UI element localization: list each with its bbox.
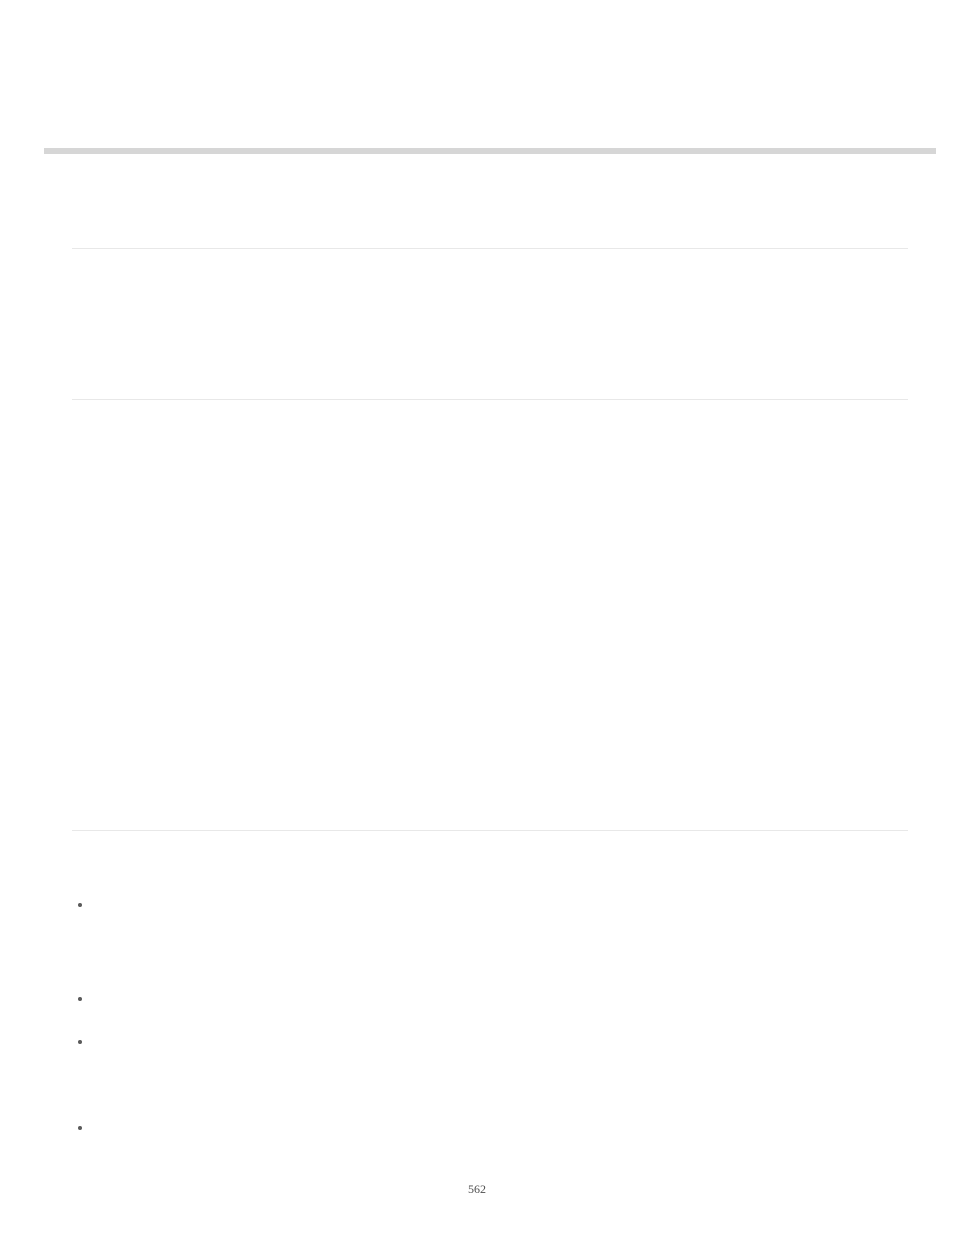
section-divider-thin	[72, 399, 908, 400]
bullet-icon	[78, 1126, 82, 1130]
document-page: 562	[0, 0, 954, 1235]
section-divider-thin	[72, 248, 908, 249]
bullet-icon	[78, 903, 82, 907]
page-number: 562	[0, 1182, 954, 1197]
section-divider-thin	[72, 830, 908, 831]
bullet-icon	[78, 997, 82, 1001]
section-divider-thick	[44, 148, 936, 154]
bullet-icon	[78, 1040, 82, 1044]
